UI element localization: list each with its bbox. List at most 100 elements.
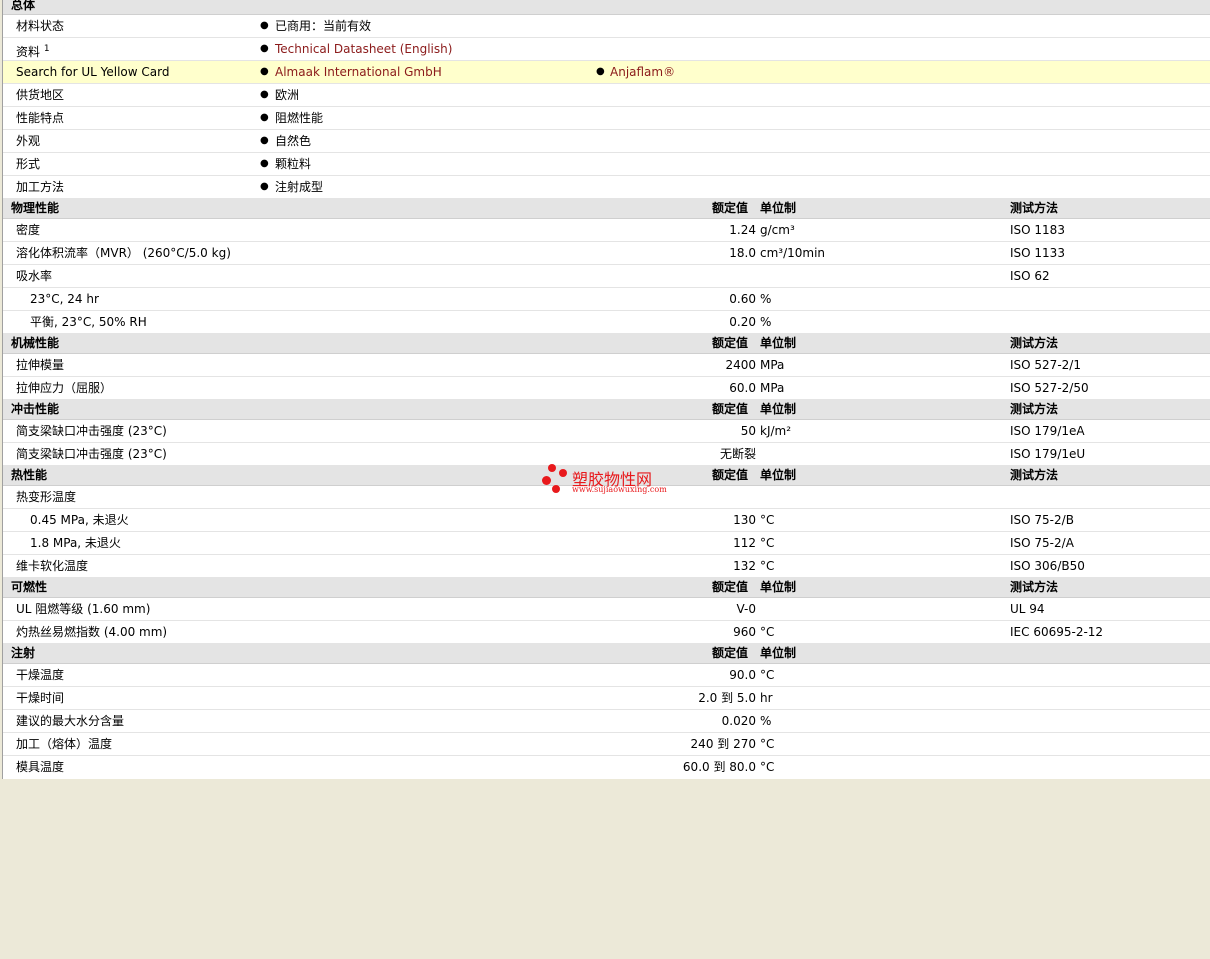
row-value: 90.0 bbox=[729, 668, 756, 682]
row-label: 资料 1 bbox=[16, 42, 50, 59]
table-row: 干燥温度 90.0 °C bbox=[3, 664, 1210, 687]
row-value: 60.0 到 80.0 bbox=[682, 760, 756, 774]
row-value: 阻燃性能 bbox=[275, 111, 324, 125]
row-value: 欧洲 bbox=[275, 88, 300, 102]
column-header-value: 额定值 bbox=[712, 201, 749, 215]
row-value: 0.20 bbox=[729, 315, 756, 329]
row-label: 模具温度 bbox=[16, 760, 65, 774]
section-header-general: 总体 bbox=[3, 0, 1210, 15]
row-unit: °C bbox=[760, 625, 775, 639]
label-text: 资料 bbox=[16, 45, 41, 59]
row-label: 溶化体积流率（MVR） (260°C/5.0 kg) bbox=[16, 246, 231, 260]
row-unit: °C bbox=[760, 559, 775, 573]
table-row: 形式 ● 颗粒料 bbox=[3, 153, 1210, 176]
row-unit: MPa bbox=[760, 381, 785, 395]
row-label: 外观 bbox=[16, 134, 41, 148]
row-test: ISO 1183 bbox=[1010, 223, 1065, 237]
column-header-unit: 单位制 bbox=[760, 580, 797, 594]
row-unit: MPa bbox=[760, 358, 785, 372]
row-label: 灼热丝易燃指数 (4.00 mm) bbox=[16, 625, 168, 639]
row-unit: °C bbox=[760, 737, 775, 751]
row-label: 形式 bbox=[16, 157, 41, 171]
section-header-physical: 物理性能 额定值 单位制 测试方法 bbox=[3, 199, 1210, 219]
table-row: 吸水率 ISO 62 bbox=[3, 265, 1210, 288]
column-header-test: 测试方法 bbox=[1010, 201, 1059, 215]
table-row: 加工方法 ● 注射成型 bbox=[3, 176, 1210, 199]
table-row: 建议的最大水分含量 0.020 % bbox=[3, 710, 1210, 733]
row-value: V-0 bbox=[736, 602, 756, 616]
table-row: 模具温度 60.0 到 80.0 °C bbox=[3, 756, 1210, 779]
table-row: 灼热丝易燃指数 (4.00 mm) 960 °C IEC 60695-2-12 bbox=[3, 621, 1210, 644]
table-row-highlight: Search for UL Yellow Card ● Almaak Inter… bbox=[3, 61, 1210, 84]
row-label: 简支梁缺口冲击强度 (23°C) bbox=[16, 424, 167, 438]
bullet-icon: ● bbox=[260, 181, 269, 192]
column-header-value: 额定值 bbox=[712, 468, 749, 482]
section-header-flammability: 可燃性 额定值 单位制 测试方法 bbox=[3, 578, 1210, 598]
row-test: UL 94 bbox=[1010, 602, 1045, 616]
row-label: 建议的最大水分含量 bbox=[16, 714, 125, 728]
row-value: 无断裂 bbox=[719, 447, 756, 461]
column-header-test: 测试方法 bbox=[1010, 336, 1059, 350]
logo-dot-icon bbox=[559, 469, 567, 477]
supplier-link[interactable]: Almaak International GmbH bbox=[275, 65, 442, 79]
column-header-test: 测试方法 bbox=[1010, 402, 1059, 416]
row-test: IEC 60695-2-12 bbox=[1010, 625, 1104, 639]
column-header-unit: 单位制 bbox=[760, 402, 797, 416]
table-row: 简支梁缺口冲击强度 (23°C) 50 kJ/m² ISO 179/1eA bbox=[3, 420, 1210, 443]
table-row: 0.45 MPa, 未退火 130 °C ISO 75-2/B bbox=[3, 509, 1210, 532]
table-row: UL 阻燃等级 (1.60 mm) V-0 UL 94 bbox=[3, 598, 1210, 621]
bullet-icon: ● bbox=[260, 89, 269, 100]
row-value: 112 bbox=[733, 536, 756, 550]
column-header-value: 额定值 bbox=[712, 336, 749, 350]
row-value: 1.24 bbox=[729, 223, 756, 237]
row-label: 23°C, 24 hr bbox=[30, 292, 99, 306]
section-title: 总体 bbox=[11, 0, 36, 12]
row-value: 0.020 bbox=[721, 714, 756, 728]
table-row: 溶化体积流率（MVR） (260°C/5.0 kg) 18.0 cm³/10mi… bbox=[3, 242, 1210, 265]
watermark-logo: 塑胶物性网 www.sujiaowuxing.com bbox=[540, 462, 680, 498]
brand-link[interactable]: Anjaflam® bbox=[610, 65, 675, 79]
logo-dot-icon bbox=[542, 476, 551, 485]
row-test: ISO 306/B50 bbox=[1010, 559, 1085, 573]
row-value: 自然色 bbox=[275, 134, 312, 148]
row-label: 干燥时间 bbox=[16, 691, 65, 705]
row-unit: % bbox=[760, 714, 772, 728]
row-value: 240 到 270 bbox=[690, 737, 756, 751]
column-header-test: 测试方法 bbox=[1010, 468, 1059, 482]
row-unit: °C bbox=[760, 668, 775, 682]
row-test: ISO 527-2/50 bbox=[1010, 381, 1089, 395]
row-unit: cm³/10min bbox=[760, 246, 826, 260]
row-label: Search for UL Yellow Card bbox=[16, 65, 170, 79]
column-header-unit: 单位制 bbox=[760, 201, 797, 215]
logo-dot-icon bbox=[548, 464, 556, 472]
row-value: 2400 bbox=[725, 358, 756, 372]
row-value: 注射成型 bbox=[275, 180, 324, 194]
datasheet-link[interactable]: Technical Datasheet (English) bbox=[275, 42, 452, 56]
row-test: ISO 62 bbox=[1010, 269, 1050, 283]
row-value: 2.0 到 5.0 bbox=[698, 691, 756, 705]
table-row: 维卡软化温度 132 °C ISO 306/B50 bbox=[3, 555, 1210, 578]
bullet-icon: ● bbox=[260, 112, 269, 123]
row-value: 0.60 bbox=[729, 292, 756, 306]
row-value: 130 bbox=[733, 513, 756, 527]
table-row: 供货地区 ● 欧洲 bbox=[3, 84, 1210, 107]
table-row: 外观 ● 自然色 bbox=[3, 130, 1210, 153]
column-header-unit: 单位制 bbox=[760, 336, 797, 350]
row-test: ISO 1133 bbox=[1010, 246, 1065, 260]
row-label: 性能特点 bbox=[16, 111, 65, 125]
row-label: 热变形温度 bbox=[16, 490, 77, 504]
row-value: 132 bbox=[733, 559, 756, 573]
column-header-value: 额定值 bbox=[712, 646, 749, 660]
section-title: 冲击性能 bbox=[11, 402, 60, 416]
row-unit: % bbox=[760, 292, 772, 306]
row-label: 干燥温度 bbox=[16, 668, 65, 682]
table-row: 加工（熔体）温度 240 到 270 °C bbox=[3, 733, 1210, 756]
column-header-value: 额定值 bbox=[712, 580, 749, 594]
section-title: 物理性能 bbox=[11, 201, 60, 215]
section-header-injection: 注射 额定值 单位制 bbox=[3, 644, 1210, 664]
row-label: 简支梁缺口冲击强度 (23°C) bbox=[16, 447, 167, 461]
section-header-mechanical: 机械性能 额定值 单位制 测试方法 bbox=[3, 334, 1210, 354]
row-label: 密度 bbox=[16, 223, 41, 237]
section-title: 注射 bbox=[11, 646, 36, 660]
row-label: 供货地区 bbox=[16, 88, 65, 102]
